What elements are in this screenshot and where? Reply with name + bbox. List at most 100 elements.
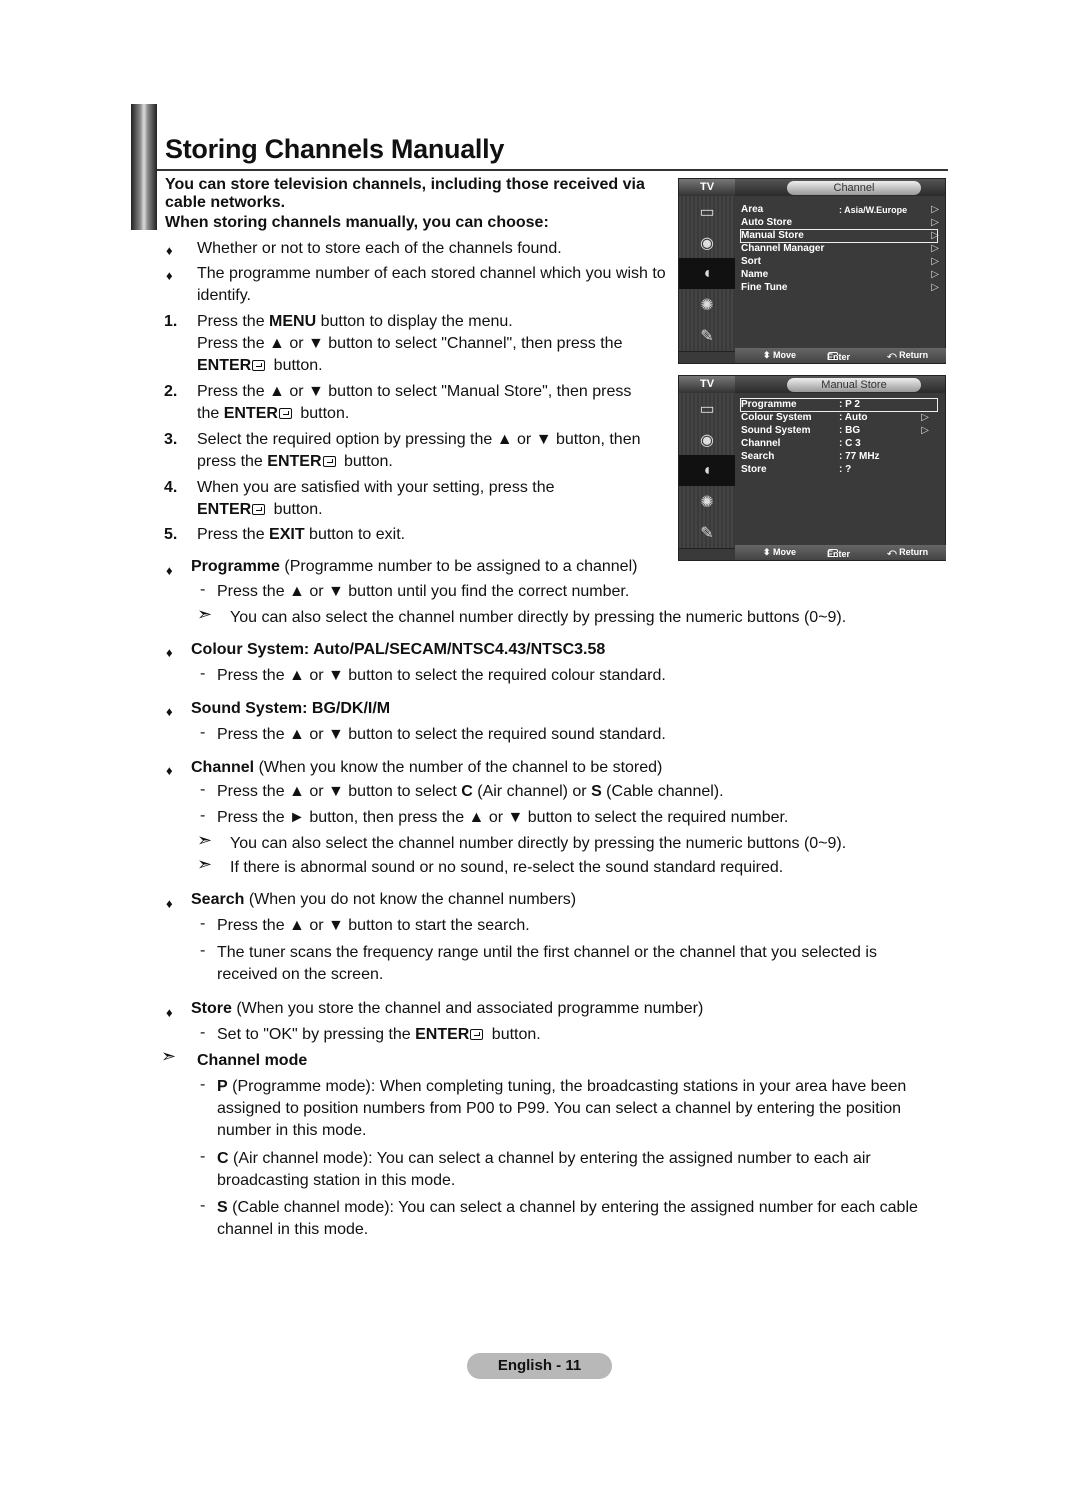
step-number: 2. (164, 383, 178, 400)
search-instruction-2a: The tuner scans the frequency range unti… (217, 944, 877, 961)
channel-instruction-1: Press the ▲ or ▼ button to select C (Air… (217, 783, 724, 800)
store-instruction: Set to "OK" by pressing the ENTER button… (217, 1026, 541, 1043)
step-5-text: Press the EXIT button to exit. (197, 526, 406, 543)
step-number: 5. (164, 526, 178, 543)
arrow-right-icon: ▷ (931, 282, 939, 293)
colour-instruction: Press the ▲ or ▼ button to select the re… (217, 667, 666, 684)
step-1-line2: Press the ▲ or ▼ button to select "Chann… (197, 335, 623, 352)
input-plug-icon[interactable]: ✎ (679, 320, 735, 352)
arrow-right-icon: ▷ (921, 412, 929, 423)
bullet-icon: ♦ (166, 1005, 173, 1020)
dash-marker: - (200, 581, 206, 598)
sound-icon[interactable]: ◉ (679, 227, 735, 259)
bullet-icon: ♦ (166, 268, 173, 283)
osd-item-sound-system[interactable]: Sound System: BG ▷ (741, 425, 937, 437)
step-1-text: Press the MENU button to display the men… (197, 313, 513, 330)
step-4-line2: ENTER button. (197, 501, 323, 518)
mode-c-line2: broadcasting station in this mode. (217, 1172, 456, 1189)
arrow-right-icon: ▷ (921, 425, 929, 436)
dash-marker: - (200, 807, 206, 824)
bullet-icon: ♦ (166, 645, 173, 660)
enter-icon (470, 1029, 484, 1040)
bullet-icon: ♦ (166, 763, 173, 778)
dash-marker: - (200, 781, 206, 798)
dash-marker: - (200, 1197, 206, 1214)
osd-channel-menu: TV Channel ▭ ◉ ◖ ✺ ✎ Area: Asia/W.Europe… (678, 178, 946, 364)
choice-item: Whether or not to store each of the chan… (197, 240, 562, 257)
osd-item-colour-system[interactable]: Colour System: Auto ▷ (741, 412, 937, 424)
osd-item-sort[interactable]: Sort ▷ (741, 256, 939, 268)
return-hint: ⤺ Return (887, 350, 929, 360)
dash-marker: - (200, 1076, 206, 1093)
arrow-right-icon: ▷ (931, 243, 939, 254)
step-number: 4. (164, 479, 178, 496)
note-arrow-icon: ➣ (197, 854, 213, 874)
return-hint: ⤺ Return (887, 547, 929, 557)
osd-item-channel-manager[interactable]: Channel Manager ▷ (741, 243, 939, 255)
dash-marker: - (200, 1024, 206, 1041)
mode-p-line2: assigned to position numbers from P00 to… (217, 1100, 901, 1117)
setup-gear-icon[interactable]: ✺ (679, 289, 735, 321)
section-colour-system: Colour System: Auto/PAL/SECAM/NTSC4.43/N… (191, 641, 606, 658)
osd-sidebar: ▭ ◉ ◖ ✺ ✎ (679, 196, 735, 352)
mode-p-line1: P (Programme mode): When completing tuni… (217, 1078, 907, 1095)
step-3-line2: press the ENTER button. (197, 453, 393, 470)
channel-note-2: If there is abnormal sound or no sound, … (230, 859, 784, 876)
input-plug-icon[interactable]: ✎ (679, 517, 735, 549)
osd-tab-channel[interactable]: Channel (787, 181, 921, 195)
channel-instruction-2: Press the ► button, then press the ▲ or … (217, 809, 789, 826)
section-store: Store (When you store the channel and as… (191, 1000, 704, 1017)
osd-item-auto-store[interactable]: Auto Store ▷ (741, 217, 939, 229)
step-2-text: Press the ▲ or ▼ button to select "Manua… (197, 383, 632, 400)
choice-item: The programme number of each stored chan… (197, 265, 666, 304)
sound-instruction: Press the ▲ or ▼ button to select the re… (217, 726, 666, 743)
section-sound-system: Sound System: BG/DK/I/M (191, 700, 391, 717)
picture-icon[interactable]: ▭ (679, 196, 735, 228)
osd-item-manual-store[interactable]: Manual Store ▷ (740, 229, 939, 243)
bullet-icon: ♦ (166, 896, 173, 911)
channel-antenna-icon[interactable]: ◖ (679, 455, 735, 487)
page-number-footer: English - 11 (467, 1353, 612, 1379)
osd-item-programme[interactable]: Programme: P 2 (740, 398, 938, 412)
osd-tv-label: TV (679, 376, 735, 393)
step-3-text: Select the required option by pressing t… (197, 431, 641, 448)
note-arrow-icon: ➣ (161, 1046, 177, 1066)
mode-s-line1: S (Cable channel mode): You can select a… (217, 1199, 918, 1216)
channel-mode-heading: Channel mode (197, 1052, 308, 1069)
osd-item-store[interactable]: Store: ? (741, 464, 937, 476)
bullet-icon: ♦ (166, 243, 173, 258)
osd-item-name[interactable]: Name ▷ (741, 269, 939, 281)
step-2-line2: the ENTER button. (197, 405, 350, 422)
osd-item-area[interactable]: Area: Asia/W.Europe ▷ (741, 204, 939, 216)
move-hint: ⬍ Move (763, 547, 797, 557)
search-instruction-2b: received on the screen. (217, 966, 384, 983)
osd-item-fine-tune[interactable]: Fine Tune ▷ (741, 282, 939, 294)
mode-s-line2: channel in this mode. (217, 1221, 369, 1238)
sound-icon[interactable]: ◉ (679, 424, 735, 456)
programme-note: You can also select the channel number d… (230, 609, 847, 626)
osd-item-search[interactable]: Search: 77 MHz (741, 451, 937, 463)
arrow-right-icon: ▷ (931, 230, 939, 241)
page-title: Storing Channels Manually (165, 134, 505, 164)
osd-tab-manual-store[interactable]: Manual Store (787, 378, 921, 392)
step-4-text: When you are satisfied with your setting… (197, 479, 555, 496)
osd-tv-label: TV (679, 179, 735, 196)
osd-manual-store-menu: TV Manual Store ▭ ◉ ◖ ✺ ✎ Programme: P 2… (678, 375, 946, 561)
arrow-right-icon: ▷ (931, 269, 939, 280)
title-divider (157, 169, 948, 171)
osd-item-channel[interactable]: Channel: C 3 (741, 438, 937, 450)
dash-marker: - (200, 665, 206, 682)
picture-icon[interactable]: ▭ (679, 393, 735, 425)
step-number: 1. (164, 313, 178, 330)
dash-marker: - (200, 942, 206, 959)
mode-p-line3: number in this mode. (217, 1122, 367, 1139)
bullet-icon: ♦ (166, 704, 173, 719)
title-decoration-bar (131, 104, 157, 230)
dash-marker: - (200, 724, 206, 741)
channel-antenna-icon[interactable]: ◖ (679, 258, 735, 290)
bullet-icon: ♦ (166, 563, 173, 578)
search-instruction-1: Press the ▲ or ▼ button to start the sea… (217, 917, 530, 934)
setup-gear-icon[interactable]: ✺ (679, 486, 735, 518)
section-search: Search (When you do not know the channel… (191, 891, 577, 908)
dash-marker: - (200, 1148, 206, 1165)
